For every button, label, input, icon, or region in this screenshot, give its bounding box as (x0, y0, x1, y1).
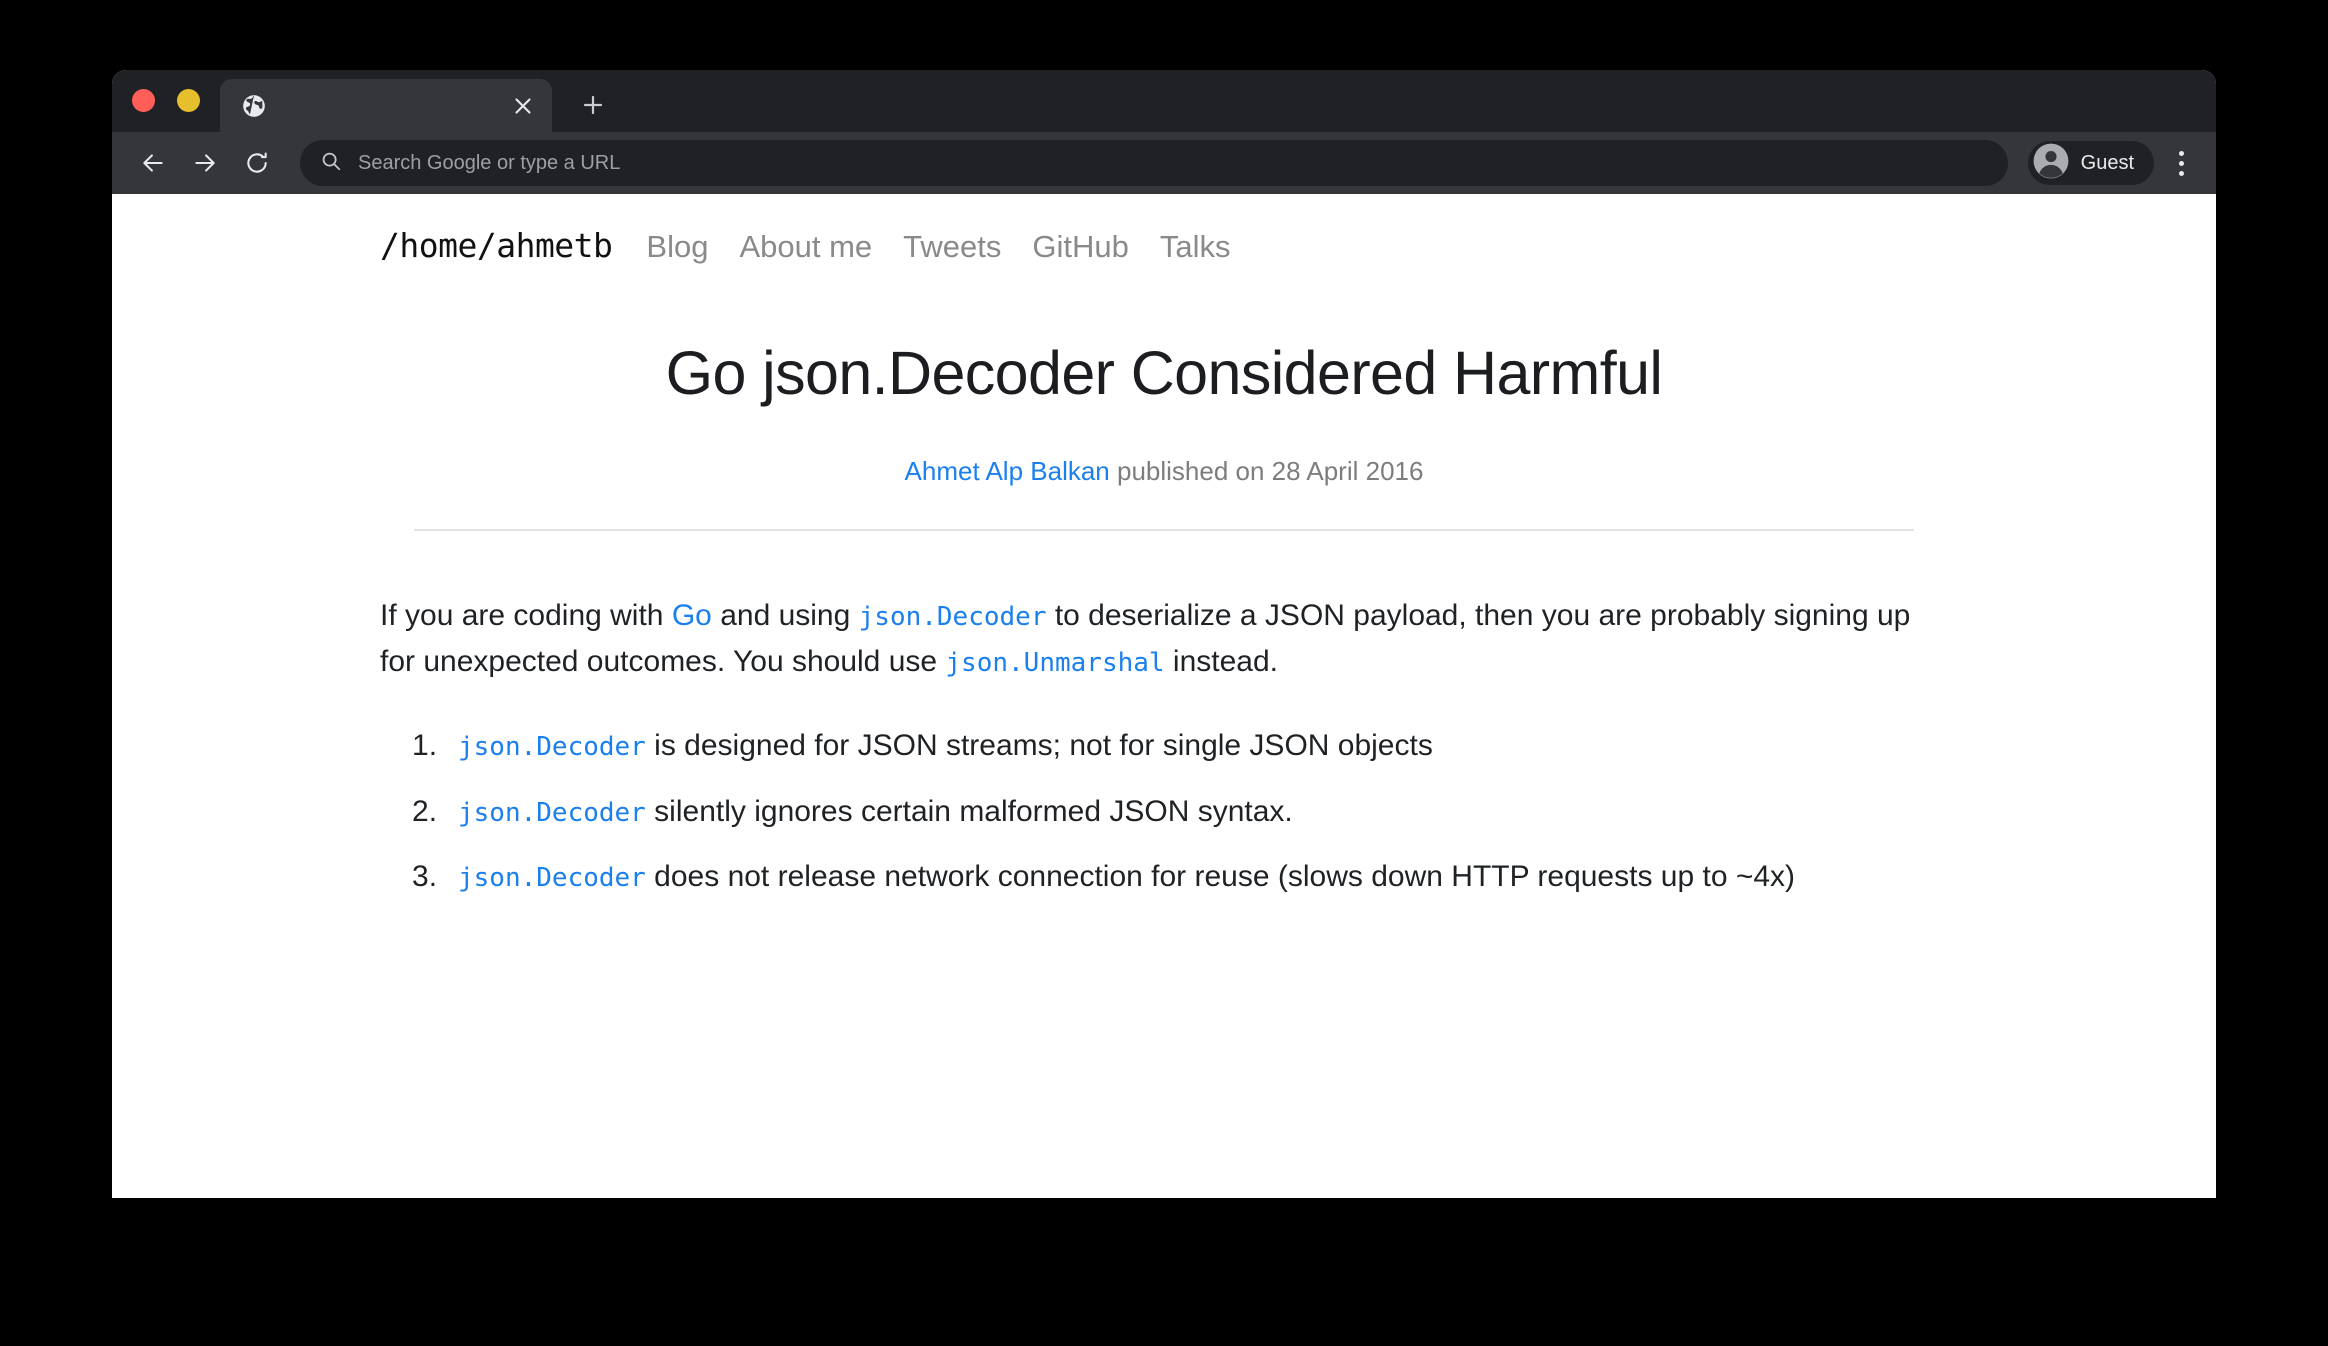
new-tab-button[interactable] (572, 84, 614, 126)
byline-author-link[interactable]: Ahmet Alp Balkan (905, 456, 1110, 486)
article: Go json.Decoder Considered Harmful Ahmet… (334, 338, 1994, 899)
intro-paragraph: If you are coding with Go and using json… (380, 593, 1948, 684)
site-navigation: /home/ahmetb Blog About me Tweets GitHub… (334, 226, 1994, 296)
address-bar[interactable]: Search Google or type a URL (300, 140, 2008, 186)
list-item: json.Decoder does not release network co… (412, 855, 1948, 899)
reload-button[interactable] (234, 140, 280, 186)
list-item: json.Decoder is designed for JSON stream… (412, 724, 1948, 768)
minimize-window-button[interactable] (177, 89, 200, 112)
byline-published-text: published on 28 April 2016 (1109, 455, 1424, 486)
nav-link-blog[interactable]: Blog (646, 229, 708, 265)
list-item-text: does not release network connection for … (645, 860, 1796, 894)
list-item: json.Decoder silently ignores certain ma… (412, 790, 1948, 834)
code-json-decoder: json.Decoder (458, 797, 646, 828)
back-button[interactable] (130, 140, 176, 186)
browser-window: Search Google or type a URL Guest /home/… (112, 70, 2216, 1198)
intro-text-4: instead. (1164, 644, 1278, 678)
three-dot-menu-icon[interactable] (2160, 140, 2202, 186)
account-circle-icon (2032, 142, 2070, 185)
nav-link-github[interactable]: GitHub (1032, 229, 1128, 265)
globe-icon (240, 92, 267, 119)
intro-text-2: and using (711, 598, 859, 632)
page-title: Go json.Decoder Considered Harmful (665, 339, 1663, 407)
omnibox-placeholder-text: Search Google or type a URL (358, 151, 621, 174)
site-nav-links: Blog About me Tweets GitHub Talks (646, 229, 1230, 265)
list-item-text: is designed for JSON streams; not for si… (645, 729, 1433, 763)
close-tab-button[interactable] (506, 89, 540, 123)
tab-strip (112, 70, 2216, 132)
browser-toolbar: Search Google or type a URL Guest (112, 132, 2216, 194)
list-item-text: silently ignores certain malformed JSON … (645, 794, 1293, 828)
profile-label: Guest (2080, 151, 2134, 174)
close-window-button[interactable] (132, 89, 155, 112)
code-json-unmarshal: json.Unmarshal (945, 647, 1165, 678)
profile-chip[interactable]: Guest (2027, 141, 2154, 185)
forward-button[interactable] (182, 140, 228, 186)
page-viewport: /home/ahmetb Blog About me Tweets GitHub… (112, 194, 2216, 1198)
go-link[interactable]: Go (672, 599, 712, 632)
site-logo[interactable]: /home/ahmetb (380, 226, 613, 265)
code-json-decoder: json.Decoder (458, 863, 646, 894)
search-icon (320, 150, 342, 177)
nav-link-talks[interactable]: Talks (1160, 229, 1231, 265)
nav-link-about-me[interactable]: About me (739, 229, 872, 265)
divider (414, 528, 1914, 531)
article-ordered-list: json.Decoder is designed for JSON stream… (380, 724, 1948, 899)
article-body: If you are coding with Go and using json… (376, 593, 1952, 899)
browser-tab[interactable] (220, 79, 552, 132)
code-json-decoder: json.Decoder (858, 601, 1047, 632)
intro-text-1: If you are coding with (380, 598, 672, 632)
code-json-decoder: json.Decoder (458, 732, 646, 763)
article-byline: Ahmet Alp Balkan published on 28 April 2… (376, 456, 1952, 487)
nav-link-tweets[interactable]: Tweets (903, 229, 1001, 265)
